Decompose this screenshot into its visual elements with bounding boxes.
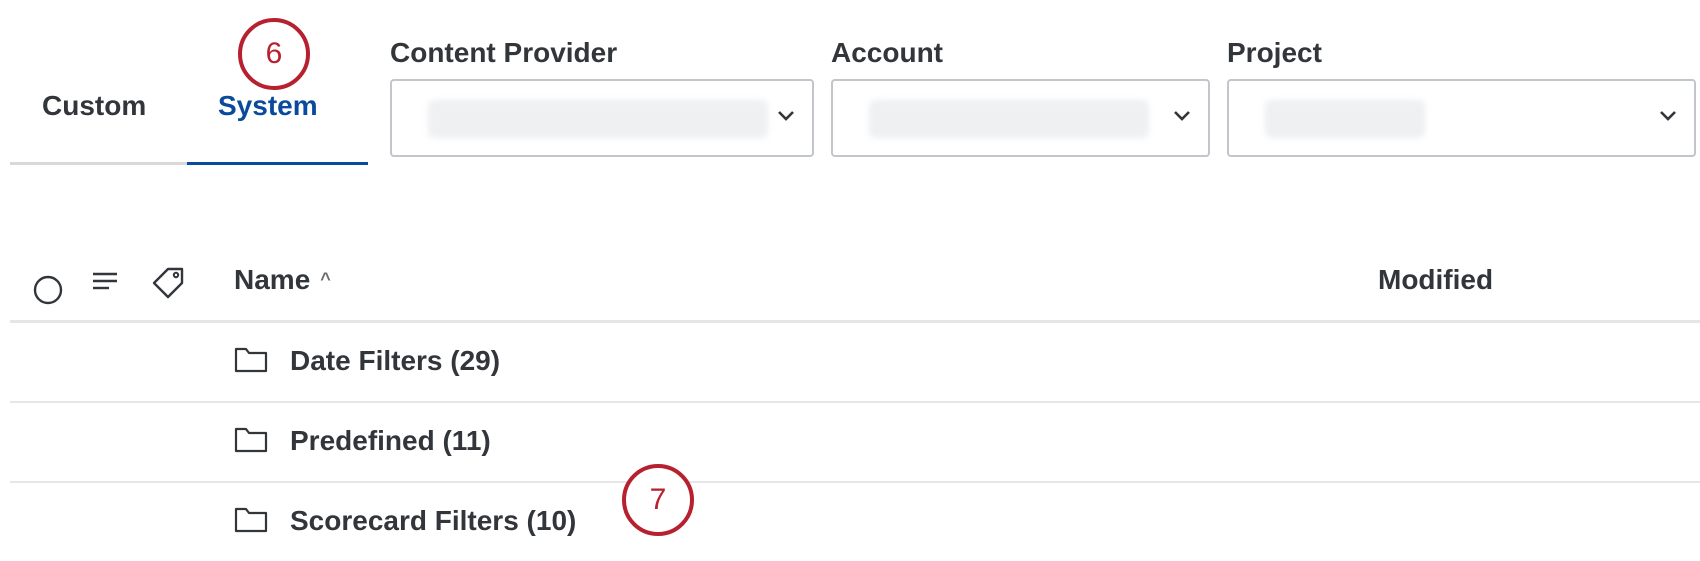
folder-name: Date Filters (29): [290, 345, 501, 376]
tab-custom[interactable]: Custom: [42, 90, 146, 122]
sort-ascending-icon: ^: [320, 269, 331, 289]
callout-badge-7: 7: [622, 464, 694, 536]
project-select[interactable]: [1227, 79, 1696, 157]
folder-name: Scorecard Filters (10): [290, 505, 577, 536]
redacted-value: [428, 100, 768, 138]
project-label: Project: [1227, 37, 1322, 68]
table-row[interactable]: Date Filters (29): [10, 323, 1700, 403]
callout-badge-6: 6: [238, 18, 310, 90]
tab-system[interactable]: System: [218, 90, 318, 122]
table-row[interactable]: Scorecard Filters (10): [10, 483, 1700, 561]
account-select[interactable]: [831, 79, 1210, 157]
table-row[interactable]: Predefined (11): [10, 403, 1700, 483]
content-provider-select[interactable]: [390, 79, 814, 157]
table-header: Name ^ Modified: [10, 250, 1700, 323]
folder-name: Predefined (11): [290, 425, 491, 456]
redacted-value: [1265, 100, 1425, 138]
view-tabs: Custom System: [10, 80, 368, 165]
chevron-down-icon: [1660, 111, 1676, 121]
folder-icon: [234, 347, 268, 373]
chevron-down-icon: [1174, 111, 1190, 121]
folder-icon: [234, 427, 268, 453]
content-provider-label: Content Provider: [390, 37, 618, 68]
redacted-value: [869, 100, 1149, 138]
chevron-down-icon: [778, 111, 794, 121]
lines-menu-icon[interactable]: [90, 268, 120, 296]
circle-radio-icon[interactable]: [32, 274, 64, 306]
active-tab-indicator: [187, 162, 368, 165]
column-name-label: Name: [234, 264, 311, 295]
tag-icon[interactable]: [148, 264, 188, 302]
column-header-name[interactable]: Name ^: [234, 264, 331, 296]
column-header-modified[interactable]: Modified: [1378, 264, 1493, 296]
folder-icon: [234, 507, 268, 533]
account-label: Account: [831, 37, 943, 68]
